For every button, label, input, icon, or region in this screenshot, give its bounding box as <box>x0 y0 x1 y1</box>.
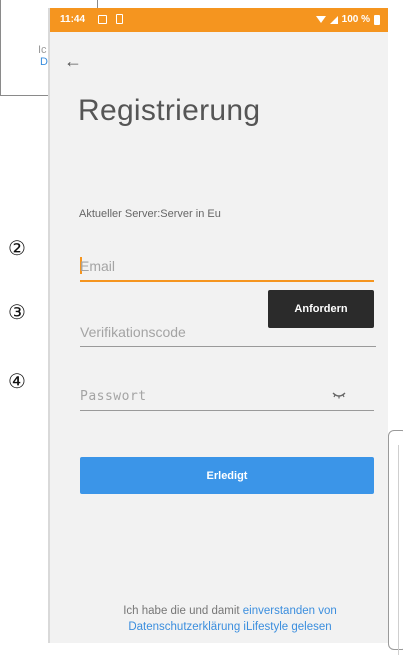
eye-icon[interactable] <box>332 388 346 400</box>
message-icon <box>98 15 107 24</box>
page-title: Registrierung <box>78 94 261 127</box>
sim-icon <box>116 14 123 24</box>
email-input[interactable] <box>80 254 374 278</box>
done-button[interactable]: Erledigt <box>80 457 374 494</box>
battery-percent: 100 % <box>341 14 370 25</box>
status-bar: 11:44 100 % <box>50 8 388 32</box>
wifi-icon <box>315 16 326 23</box>
verification-code-field[interactable] <box>80 320 376 347</box>
status-time: 11:44 <box>60 14 86 25</box>
background-text: Ic <box>38 44 47 56</box>
password-field[interactable] <box>80 384 374 411</box>
verification-code-input[interactable] <box>80 320 376 344</box>
email-field[interactable] <box>80 254 374 282</box>
status-right: 100 % <box>315 14 380 25</box>
terms-prefix: Ich habe die und damit <box>123 605 243 617</box>
phone-screen: 11:44 100 % ← Registrierung Aktueller Se… <box>50 8 388 643</box>
step-marker-3: ③ <box>8 300 26 324</box>
privacy-policy-link[interactable]: Datenschutzerklärung iLifestyle gelesen <box>128 621 331 633</box>
back-arrow-icon[interactable]: ← <box>64 52 82 70</box>
step-marker-2: ② <box>8 236 26 260</box>
battery-icon <box>374 14 380 25</box>
signal-icon <box>329 15 338 24</box>
step-marker-4: ④ <box>8 369 26 393</box>
terms-text: Ich habe die und damit einverstanden von… <box>78 603 382 635</box>
secondary-phone-inner <box>398 445 403 655</box>
terms-link-agree[interactable]: einverstanden von <box>243 605 337 617</box>
background-link: D <box>40 56 48 68</box>
password-input[interactable] <box>80 384 374 408</box>
server-label: Aktueller Server:Server in Eu <box>79 208 221 220</box>
